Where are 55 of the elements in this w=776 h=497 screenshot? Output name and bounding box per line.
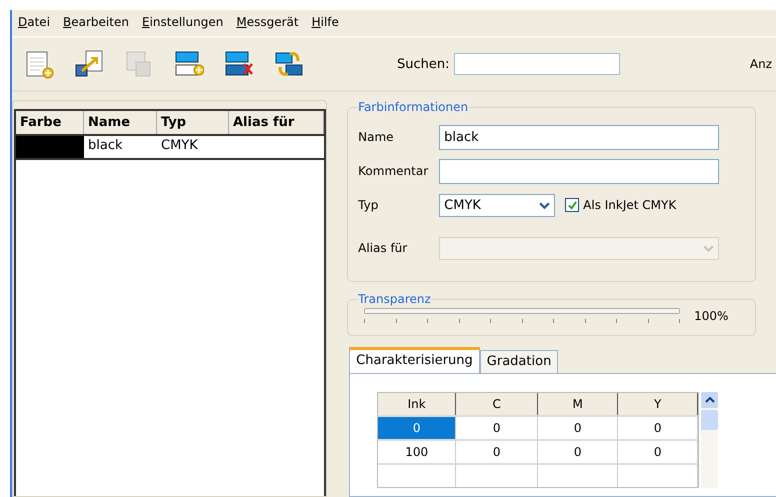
menu-item[interactable]: Bearbeiten [63, 15, 129, 31]
menu-item[interactable]: Hilfe [312, 15, 339, 31]
toolbar-button[interactable] [274, 49, 304, 79]
empty-cell[interactable] [618, 463, 698, 487]
table-cell-text: CMYK [160, 137, 199, 155]
menu-item[interactable]: Datei [18, 15, 50, 31]
table-cell[interactable]: 0 [456, 439, 538, 463]
tab[interactable]: Charakterisierung [349, 347, 480, 373]
empty-cell[interactable] [456, 463, 538, 487]
column-header[interactable]: Y [618, 393, 698, 415]
field-label: Name [358, 130, 395, 144]
scrollbar[interactable] [701, 392, 718, 488]
column-header[interactable]: M [538, 393, 618, 415]
chevron-down-icon [539, 202, 550, 208]
transparency-slider[interactable] [364, 308, 680, 324]
import-icon [74, 49, 104, 79]
group-title: Farbinformationen [358, 100, 468, 114]
inkjet-checkbox[interactable] [565, 198, 580, 212]
menu-item[interactable]: Einstellungen [142, 15, 224, 31]
column-header[interactable]: Typ [157, 111, 229, 134]
checkbox-label: Als InkJet CMYK [583, 198, 676, 212]
toolbar-label: Anz [750, 57, 772, 71]
chevron-up-icon [704, 397, 715, 403]
chevron-down-icon [703, 244, 714, 252]
comment-field[interactable] [439, 158, 720, 184]
scroll-thumb[interactable] [701, 410, 718, 430]
column-header[interactable]: Ink [378, 393, 456, 415]
tab[interactable]: Gradation [480, 350, 558, 373]
group-title: Transparenz [358, 292, 431, 306]
table-cell[interactable]: 100 [378, 439, 456, 463]
table-cell-text: black [87, 137, 124, 155]
column-header[interactable]: Name [84, 111, 157, 134]
menu-item[interactable]: Messgerät [236, 15, 299, 31]
table-cell[interactable]: 0 [538, 439, 618, 463]
name-field[interactable]: black [439, 124, 720, 150]
type-dropdown[interactable]: CMYK [439, 194, 556, 216]
empty-cell[interactable] [538, 463, 618, 487]
toolbar-button[interactable] [74, 49, 104, 79]
empty-cell[interactable] [378, 463, 456, 487]
slider-reading: 100% [694, 309, 728, 323]
table-cell[interactable]: 0 [618, 439, 698, 463]
field-label: Kommentar [358, 164, 430, 178]
table-cell[interactable]: 0 [618, 415, 698, 439]
search-label: Suchen: [397, 56, 450, 72]
column-header[interactable]: Alias für [229, 111, 324, 134]
table-cell[interactable]: 0 [456, 415, 538, 439]
new-sheet-icon [24, 49, 54, 79]
column-header[interactable]: Farbe [16, 111, 84, 134]
field-label: Alias für [358, 241, 408, 255]
table-cell[interactable]: 0 [538, 415, 618, 439]
search-field[interactable] [454, 53, 620, 75]
column-header[interactable]: C [456, 393, 538, 415]
field-label: Typ [358, 198, 380, 212]
table-cell[interactable]: 0 [378, 415, 456, 439]
swap-icon [274, 49, 304, 79]
